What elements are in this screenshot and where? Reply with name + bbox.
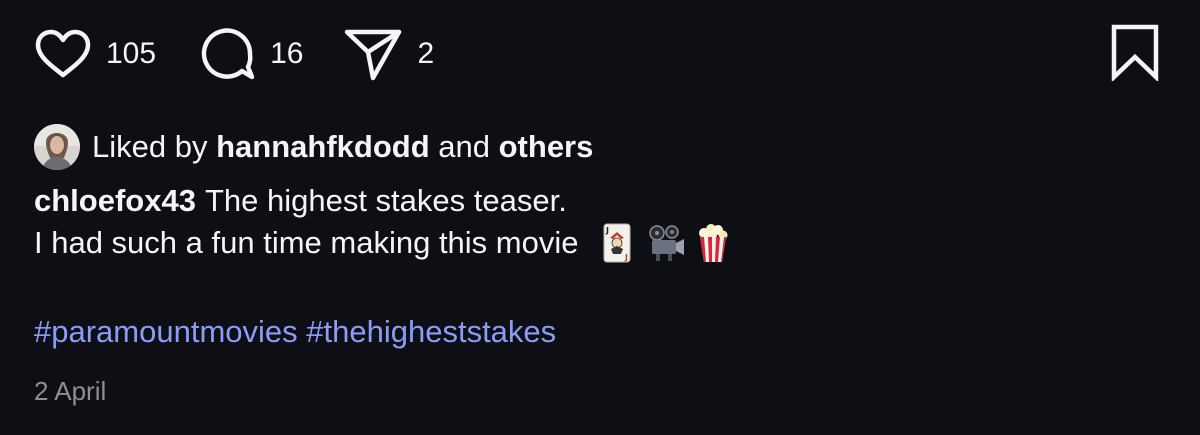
comment-count: 16	[270, 37, 304, 70]
svg-text:J: J	[605, 226, 609, 235]
post-date: 2 April	[34, 376, 107, 406]
caption-username[interactable]: chloefox43	[34, 180, 196, 222]
like-count: 105	[106, 37, 157, 70]
caption-line-1: chloefox43 The highest stakes teaser.	[34, 180, 1166, 222]
save-button[interactable]	[1108, 23, 1162, 86]
liked-by-line: Liked by hannahfkdodd and others	[34, 124, 593, 170]
send-icon[interactable]	[343, 26, 403, 82]
caption-text-2: I had such a fun time making this movie	[34, 225, 579, 260]
post-footer: 105 16 2 Liked by hannahfkdodd and other…	[0, 0, 1200, 435]
comment-icon[interactable]	[198, 25, 256, 83]
heart-icon[interactable]	[34, 29, 92, 79]
caption-line-2: I had such a fun time making this movie …	[34, 222, 1166, 264]
share-count: 2	[417, 37, 435, 70]
avatar[interactable]	[34, 124, 80, 170]
liked-by-username[interactable]: hannahfkdodd	[216, 129, 430, 165]
caption: chloefox43 The highest stakes teaser. I …	[34, 180, 1166, 264]
bookmark-icon[interactable]	[1108, 23, 1162, 86]
share-button[interactable]: 2	[343, 26, 434, 82]
like-button[interactable]: 105	[34, 29, 156, 79]
liked-by-others[interactable]: others	[499, 129, 594, 165]
caption-text-1: The highest stakes teaser.	[204, 183, 567, 218]
svg-text:J: J	[625, 253, 629, 262]
liked-by-conjunction: and	[438, 129, 490, 164]
comment-button[interactable]: 16	[198, 25, 303, 83]
liked-by-prefix: Liked by	[92, 129, 208, 164]
film-projector-emoji	[644, 222, 686, 264]
caption-emojis: J J	[596, 222, 734, 264]
hashtag-link[interactable]: #thehigheststakes	[306, 314, 556, 349]
hashtag-link[interactable]: #paramountmovies	[34, 314, 298, 349]
hashtags: #paramountmovies #thehigheststakes	[34, 314, 556, 350]
joker-card-emoji: J J	[596, 222, 638, 264]
popcorn-emoji	[692, 222, 734, 264]
action-bar: 105 16 2	[34, 22, 1162, 86]
